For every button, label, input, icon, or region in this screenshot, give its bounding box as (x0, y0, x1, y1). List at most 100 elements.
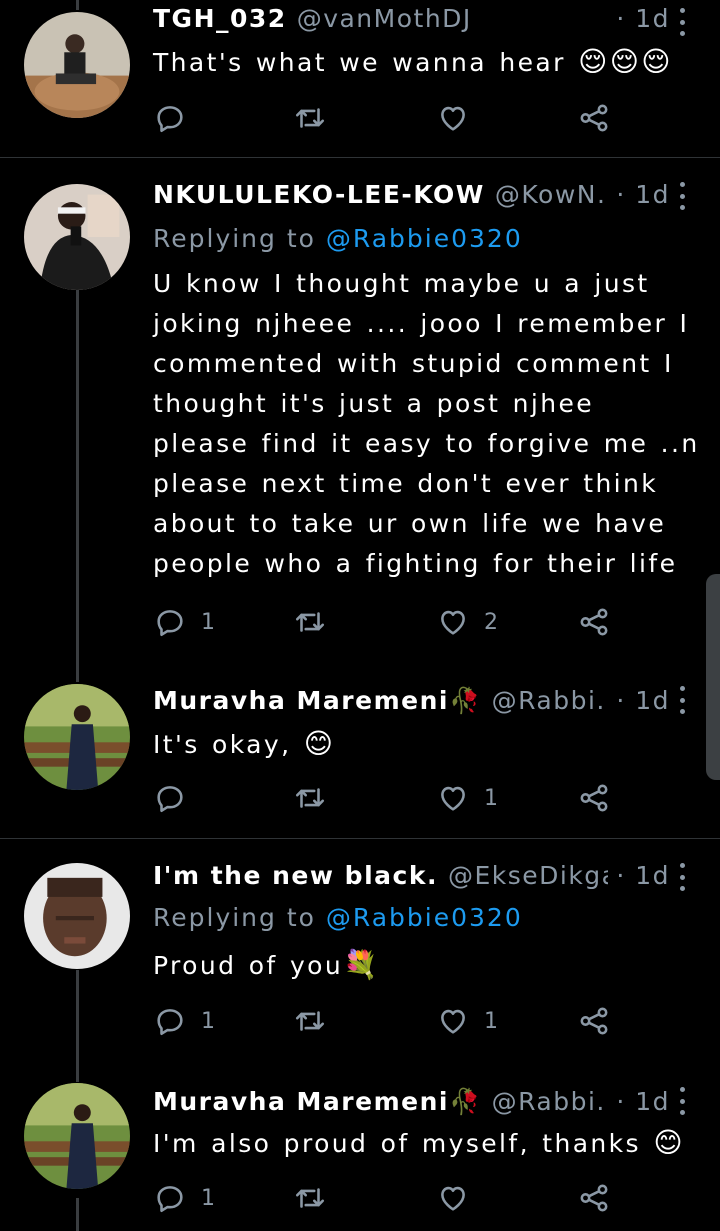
tweet[interactable]: I'm the new black. @EkseDikga... · 1d Re… (0, 839, 720, 1059)
reply-bubble-icon (153, 1004, 187, 1038)
reply-button[interactable]: 1 (153, 1001, 215, 1041)
reply-count: 1 (201, 1185, 215, 1211)
tweet-text: U know I thought maybe u a just joking n… (153, 269, 700, 578)
retweet-icon (293, 781, 327, 815)
like-button[interactable]: 1 (436, 1001, 498, 1041)
replying-label: Replying to (153, 903, 316, 932)
avatar[interactable] (24, 1083, 130, 1189)
tweet-header: Muravha Maremeni🥀 @Rabbi... · 1d (153, 1087, 670, 1117)
tweet-text: I'm also proud of myself, thanks 😊 (153, 1123, 700, 1164)
tweet[interactable]: TGH_032 @vanMothDJ · 1d That's what we w… (0, 0, 720, 157)
display-name[interactable]: Muravha Maremeni🥀 (153, 686, 482, 716)
heart-icon (436, 1181, 470, 1215)
replying-label: Replying to (153, 224, 316, 253)
like-count: 1 (484, 1008, 498, 1034)
retweet-button[interactable] (293, 1178, 327, 1218)
mention-link[interactable]: @Rabbie0320 (326, 224, 523, 253)
timestamp[interactable]: · 1d (608, 861, 670, 890)
user-handle[interactable]: @Rabbi... (492, 686, 609, 715)
display-name[interactable]: TGH_032 (153, 4, 287, 33)
mention-link[interactable]: @Rabbie0320 (326, 903, 523, 932)
user-handle[interactable]: @EkseDikga... (448, 861, 608, 890)
reply-bubble-icon (153, 101, 187, 135)
avatar-image (24, 863, 130, 969)
tweet[interactable]: Muravha Maremeni🥀 @Rabbi... · 1d It's ok… (0, 678, 720, 838)
share-button[interactable] (577, 778, 611, 818)
avatar[interactable] (24, 863, 130, 969)
tweet-header: NKULULEKO-LEE-KOW @KowN... · 1d (153, 180, 670, 209)
retweet-button[interactable] (293, 1001, 327, 1041)
heart-icon (436, 781, 470, 815)
action-bar: 11 (153, 1001, 623, 1041)
more-vertical-icon[interactable] (678, 8, 686, 36)
retweet-icon (293, 101, 327, 135)
tweet-header: TGH_032 @vanMothDJ · 1d (153, 4, 670, 33)
like-button[interactable]: 1 (436, 778, 498, 818)
display-name[interactable]: I'm the new black. (153, 861, 438, 890)
tweet-emoji: 😌😌😌 (578, 45, 673, 78)
tweet[interactable]: NKULULEKO-LEE-KOW @KowN... · 1d Replying… (0, 158, 720, 678)
action-bar (153, 98, 623, 138)
share-button[interactable] (577, 602, 611, 642)
timestamp[interactable]: · 1d (608, 180, 670, 209)
share-icon (577, 781, 611, 815)
like-count: 1 (484, 785, 498, 811)
share-icon (577, 101, 611, 135)
avatar[interactable] (24, 684, 130, 790)
replying-to: Replying to @Rabbie0320 (153, 224, 523, 253)
tweet-emoji: 💐 (343, 948, 381, 981)
tweet-text-body: It's okay, (153, 730, 292, 759)
retweet-icon (293, 1004, 327, 1038)
more-vertical-icon[interactable] (678, 863, 686, 891)
avatar[interactable] (24, 12, 130, 118)
like-button[interactable] (436, 1178, 470, 1218)
like-button[interactable]: 2 (436, 602, 498, 642)
edge-panel-handle[interactable] (706, 574, 720, 780)
user-handle[interactable]: @KowN... (495, 180, 608, 209)
user-handle[interactable]: @Rabbi... (492, 1087, 609, 1116)
retweet-button[interactable] (293, 98, 327, 138)
tweet-text-body: Proud of you (153, 951, 344, 980)
heart-icon (436, 101, 470, 135)
timestamp[interactable]: · 1d (608, 4, 670, 33)
share-button[interactable] (577, 98, 611, 138)
avatar[interactable] (24, 184, 130, 290)
share-icon (577, 1181, 611, 1215)
reply-bubble-icon (153, 1181, 187, 1215)
share-icon (577, 1004, 611, 1038)
more-vertical-icon[interactable] (678, 182, 686, 210)
timestamp[interactable]: · 1d (608, 686, 670, 715)
user-handle[interactable]: @vanMothDJ (297, 4, 472, 33)
share-button[interactable] (577, 1178, 611, 1218)
avatar-image (24, 1083, 130, 1189)
retweet-button[interactable] (293, 778, 327, 818)
action-bar: 1 (153, 778, 623, 818)
reply-button[interactable]: 1 (153, 602, 215, 642)
avatar-image (24, 12, 130, 118)
reply-button[interactable]: 1 (153, 1178, 215, 1218)
reply-button[interactable] (153, 778, 187, 818)
retweet-button[interactable] (293, 602, 327, 642)
more-vertical-icon[interactable] (678, 686, 686, 714)
display-name[interactable]: NKULULEKO-LEE-KOW (153, 180, 485, 209)
avatar-image (24, 184, 130, 290)
tweet[interactable]: Muravha Maremeni🥀 @Rabbi... · 1d I'm als… (0, 1059, 720, 1231)
tweet-text-body: That's what we wanna hear (153, 48, 566, 77)
share-icon (577, 605, 611, 639)
reply-button[interactable] (153, 98, 187, 138)
avatar-image (24, 684, 130, 790)
share-button[interactable] (577, 1001, 611, 1041)
tweet-emoji: 😊 (653, 1126, 685, 1159)
more-vertical-icon[interactable] (678, 1087, 686, 1115)
tweet-text: Proud of you💐 (153, 945, 700, 986)
reply-count: 1 (201, 1008, 215, 1034)
replying-to: Replying to @Rabbie0320 (153, 903, 523, 932)
heart-icon (436, 1004, 470, 1038)
reply-count: 1 (201, 609, 215, 635)
action-bar: 12 (153, 602, 623, 642)
like-button[interactable] (436, 98, 470, 138)
display-name[interactable]: Muravha Maremeni🥀 (153, 1087, 482, 1117)
timestamp[interactable]: · 1d (608, 1087, 670, 1116)
action-bar: 1 (153, 1178, 623, 1218)
tweet-emoji: 😊 (303, 727, 336, 760)
